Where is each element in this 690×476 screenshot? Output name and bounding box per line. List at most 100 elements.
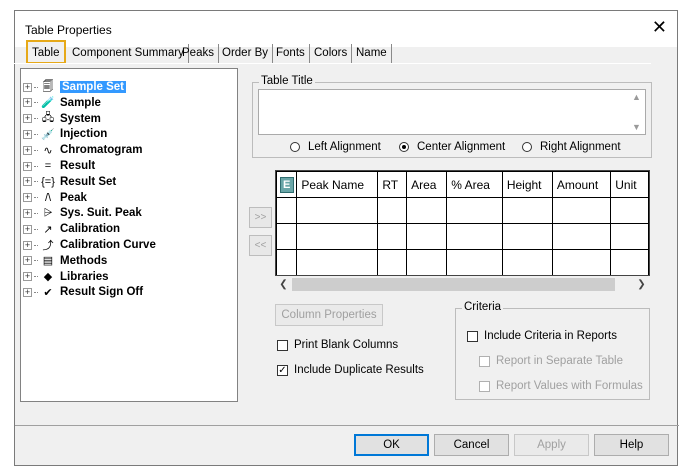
tree-item[interactable]: + ⩥ Sys. Suit. Peak: [23, 205, 142, 221]
table-cell[interactable]: [296, 223, 379, 250]
tree-item[interactable]: + ⤴ Calibration Curve: [23, 237, 156, 253]
column-grid[interactable]: E Peak Name RT Area % Area Height Amount…: [275, 170, 650, 276]
tree-item[interactable]: + 🧪 Sample: [23, 95, 101, 111]
scroll-down-icon[interactable]: ▼: [632, 122, 641, 132]
report-with-formulas-checkbox[interactable]: Report Values with Formulas: [479, 380, 643, 392]
tree-item[interactable]: + ◆ Libraries: [23, 269, 109, 285]
cancel-button[interactable]: Cancel: [434, 434, 509, 456]
column-header[interactable]: Peak Name: [296, 171, 379, 198]
expand-icon[interactable]: +: [23, 145, 32, 155]
expand-icon[interactable]: +: [23, 193, 32, 203]
expand-icon[interactable]: +: [23, 177, 32, 187]
table-cell[interactable]: [296, 249, 379, 275]
table-cell[interactable]: [446, 197, 503, 224]
table-cell[interactable]: [501, 223, 553, 250]
tab-name[interactable]: Name: [352, 44, 392, 64]
tree-item[interactable]: + {=} Result Set: [23, 174, 116, 190]
table-cell[interactable]: [551, 223, 612, 250]
tree-item[interactable]: + 💉 Injection: [23, 126, 107, 142]
expand-icon[interactable]: +: [23, 256, 32, 266]
expand-icon[interactable]: +: [23, 82, 32, 92]
table-title-input[interactable]: ▲ ▼: [258, 89, 646, 135]
tree-item[interactable]: + 🖧 System: [23, 111, 101, 127]
tree-item[interactable]: + ∿ Chromatogram: [23, 142, 142, 158]
table-cell[interactable]: [501, 249, 553, 275]
table-row[interactable]: [276, 197, 649, 224]
tree-item[interactable]: + = Result: [23, 158, 95, 174]
help-button[interactable]: Help: [594, 434, 669, 456]
expand-icon[interactable]: +: [23, 224, 32, 234]
expand-icon[interactable]: +: [23, 129, 32, 139]
expand-icon[interactable]: +: [23, 208, 32, 218]
tab-component-summary[interactable]: Component Summary: [68, 44, 189, 64]
column-header[interactable]: RT: [377, 171, 408, 198]
center-alignment-radio[interactable]: Center Alignment: [399, 141, 505, 153]
scroll-left-icon[interactable]: ❮: [275, 276, 292, 293]
tab-fonts[interactable]: Fonts: [272, 44, 310, 64]
table-cell[interactable]: [551, 197, 612, 224]
column-header[interactable]: Area: [406, 171, 448, 198]
close-icon[interactable]: ✕: [652, 17, 667, 37]
table-cell[interactable]: [296, 197, 379, 224]
tree-item[interactable]: + 🗐 Sample Set: [23, 79, 126, 95]
table-cell[interactable]: [610, 223, 649, 250]
expand-icon[interactable]: +: [23, 161, 32, 171]
radio-dot: [290, 142, 300, 152]
table-cell[interactable]: [406, 249, 448, 275]
table-cell[interactable]: [276, 223, 298, 250]
table-cell[interactable]: [276, 249, 298, 275]
table-cell[interactable]: [610, 249, 649, 275]
include-duplicate-results-checkbox[interactable]: ✓ Include Duplicate Results: [277, 364, 424, 376]
table-cell[interactable]: [377, 223, 408, 250]
expand-icon[interactable]: +: [23, 287, 32, 297]
remove-column-button[interactable]: <<: [249, 235, 272, 256]
table-cell[interactable]: [377, 249, 408, 275]
left-alignment-radio[interactable]: Left Alignment: [290, 141, 381, 153]
tree-item-label: System: [60, 112, 101, 125]
grid-horizontal-scrollbar[interactable]: ❮ ❯: [275, 276, 650, 293]
table-cell[interactable]: [406, 223, 448, 250]
table-cell[interactable]: [610, 197, 649, 224]
table-cell[interactable]: [276, 197, 298, 224]
column-header[interactable]: % Area: [446, 171, 503, 198]
tab-colors[interactable]: Colors: [310, 44, 353, 64]
scroll-up-icon[interactable]: ▲: [632, 92, 641, 102]
table-cell[interactable]: [501, 197, 553, 224]
scroll-right-icon[interactable]: ❯: [633, 276, 650, 293]
ok-button[interactable]: OK: [354, 434, 429, 456]
tree-item[interactable]: + /\ Peak: [23, 190, 87, 206]
expand-icon[interactable]: +: [23, 114, 32, 124]
scroll-thumb[interactable]: [292, 278, 615, 291]
report-separate-table-checkbox[interactable]: Report in Separate Table: [479, 355, 623, 367]
right-alignment-radio[interactable]: Right Alignment: [522, 141, 621, 153]
tree-connector: [34, 276, 38, 278]
table-cell[interactable]: [551, 249, 612, 275]
field-tree[interactable]: + 🗐 Sample Set + 🧪 Sample + 🖧 System + 💉 Injection +…: [20, 68, 238, 402]
table-cell[interactable]: [446, 249, 503, 275]
column-header[interactable]: Amount: [551, 171, 612, 198]
title-scrollbar[interactable]: ▲ ▼: [628, 90, 645, 134]
table-cell[interactable]: [446, 223, 503, 250]
tab-table[interactable]: Table: [26, 40, 66, 64]
column-header[interactable]: Height: [501, 171, 553, 198]
tree-item[interactable]: + ▤ Methods: [23, 253, 107, 269]
print-blank-columns-checkbox[interactable]: Print Blank Columns: [277, 339, 398, 351]
expand-icon[interactable]: +: [23, 98, 32, 108]
tree-connector: [34, 181, 38, 183]
include-criteria-checkbox[interactable]: Include Criteria in Reports: [467, 330, 617, 342]
select-all-cell[interactable]: E: [276, 171, 298, 198]
table-row[interactable]: [276, 223, 649, 250]
apply-button[interactable]: Apply: [514, 434, 589, 456]
column-header[interactable]: Unit: [610, 171, 649, 198]
tab-peaks[interactable]: Peaks: [178, 44, 219, 64]
expand-icon[interactable]: +: [23, 240, 32, 250]
add-column-button[interactable]: >>: [249, 207, 272, 228]
tree-item[interactable]: + ✔ Result Sign Off: [23, 284, 143, 300]
tab-order-by[interactable]: Order By: [218, 44, 274, 64]
table-cell[interactable]: [377, 197, 408, 224]
table-cell[interactable]: [406, 197, 448, 224]
column-properties-button[interactable]: Column Properties: [275, 304, 383, 326]
tree-item[interactable]: + ↗ Calibration: [23, 221, 120, 237]
expand-icon[interactable]: +: [23, 272, 32, 282]
table-row[interactable]: [276, 249, 649, 275]
